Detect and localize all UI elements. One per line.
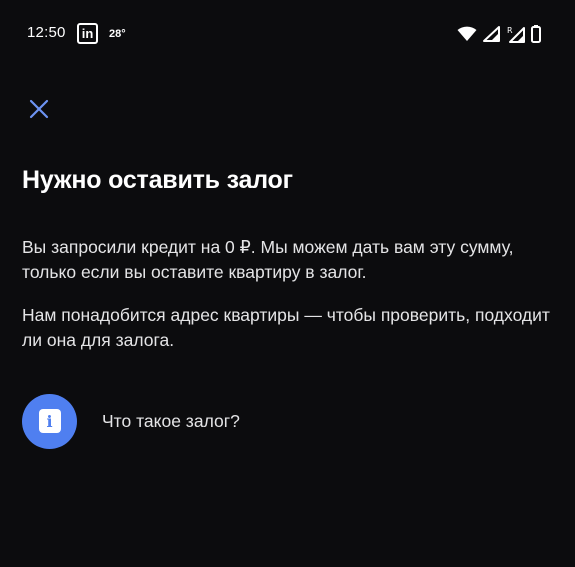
signal-icon bbox=[483, 26, 500, 42]
address-info-text: Нам понадобится адрес квартиры — чтобы п… bbox=[22, 305, 550, 350]
linkedin-notification-icon: in bbox=[77, 23, 98, 44]
system-status-icons: R bbox=[457, 21, 541, 47]
info-icon-circle: i bbox=[22, 393, 77, 449]
svg-text:R: R bbox=[507, 26, 513, 35]
info-icon: i bbox=[38, 409, 61, 433]
page-title: Нужно оставить залог bbox=[22, 166, 293, 194]
wifi-icon bbox=[457, 26, 477, 41]
status-time: 12:50 bbox=[27, 24, 66, 41]
close-icon bbox=[29, 99, 49, 119]
what-is-collateral-link[interactable]: i Что такое залог? bbox=[22, 393, 240, 449]
status-bar: 12:50 in 28° R bbox=[0, 0, 575, 70]
close-button[interactable] bbox=[26, 96, 52, 122]
loan-info-text: Вы запросили кредит на 0 ₽. Мы можем дат… bbox=[22, 237, 514, 282]
weather-temperature: 28° bbox=[109, 28, 126, 40]
battery-icon bbox=[531, 25, 541, 43]
signal-roaming-icon: R bbox=[507, 26, 525, 43]
what-is-collateral-label: Что такое залог? bbox=[102, 410, 240, 431]
